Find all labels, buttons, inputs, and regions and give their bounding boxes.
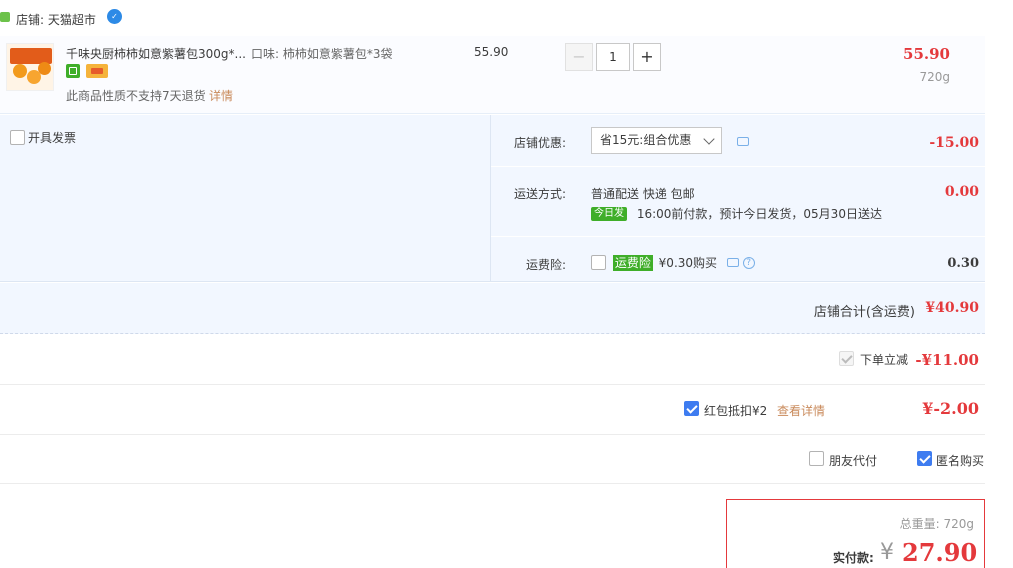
- shipping-eta: 今日发 16:00前付款，预计今日发货，05月30日送达: [591, 205, 882, 222]
- return-policy-detail-link[interactable]: 详情: [209, 87, 233, 104]
- actual-payment-label: 实付款:: [833, 551, 874, 565]
- shipping-insurance-option[interactable]: 运费险 ¥0.30购买 ?: [591, 254, 755, 271]
- anonymous-buy-label: 匿名购买: [936, 454, 985, 468]
- return-policy-note: 此商品性质不支持7天退货: [66, 89, 206, 103]
- shipping-insurance-row: 运费险: 运费险 ¥0.30购买 ? 0.30: [491, 237, 986, 282]
- card-badge-icon: [86, 64, 108, 78]
- shipping-insurance-fee: 0.30: [947, 256, 979, 271]
- instant-discount-value: -¥11.00: [915, 351, 979, 369]
- anonymous-buy-checkbox[interactable]: [917, 451, 932, 466]
- item-line-total: 55.90: [903, 45, 950, 63]
- quantity-stepper: − 1 +: [565, 43, 661, 71]
- red-packet-label: 红包抵扣¥2: [704, 404, 768, 418]
- shipping-label: 运送方式:: [513, 187, 566, 201]
- store-name[interactable]: 店铺: 天猫超市: [16, 11, 96, 28]
- today-ship-badge: 今日发: [591, 206, 627, 221]
- service-badge-icon: [66, 64, 80, 78]
- shipping-insurance-checkbox[interactable]: [591, 255, 606, 270]
- currency-symbol: ¥: [880, 540, 894, 565]
- wangwang-chat-icon[interactable]: ✓: [107, 9, 122, 24]
- friend-pay-label: 朋友代付: [829, 454, 878, 468]
- help-icon[interactable]: ?: [742, 256, 755, 269]
- tmall-store-icon: [0, 12, 10, 22]
- shipping-note: 16:00前付款，预计今日发货，05月30日送达: [636, 207, 882, 221]
- item-weight: 720g: [919, 70, 950, 84]
- message-icon[interactable]: [737, 137, 749, 146]
- store-total-label: 店铺合计(含运费): [813, 305, 915, 320]
- invoice-option[interactable]: 开具发票: [10, 129, 76, 146]
- item-flavor: 口味: 柿柿如意紫薯包*3袋: [251, 47, 393, 61]
- store-coupon-discount: -15.00: [929, 135, 979, 151]
- chevron-down-icon: [703, 133, 715, 145]
- shipping-insurance-price: ¥0.30购买: [658, 256, 718, 270]
- quantity-plus-button[interactable]: +: [633, 43, 661, 71]
- store-header: 店铺: 天猫超市 ✓: [0, 0, 1013, 36]
- order-item-row: 千味央厨柿柿如意紫薯包300g*... 口味: 柿柿如意紫薯包*3袋 此商品性质…: [0, 36, 985, 114]
- shipping-insurance-badge: 运费险: [612, 254, 653, 271]
- shipping-method: 普通配送 快递 包邮: [591, 187, 695, 201]
- store-coupon-select[interactable]: 省15元:组合优惠: [591, 127, 722, 154]
- red-packet-detail-link[interactable]: 查看详情: [777, 402, 825, 419]
- friend-pay-checkbox[interactable]: [809, 451, 824, 466]
- instant-discount-row: 下单立减 -¥11.00: [0, 335, 985, 385]
- invoice-checkbox[interactable]: [10, 130, 25, 145]
- store-coupon-value: 省15元:组合优惠: [600, 133, 692, 147]
- invoice-label: 开具发票: [28, 131, 77, 145]
- payment-options-row: 朋友代付 匿名购买: [0, 435, 985, 484]
- payment-summary-box: 总重量: 720g 实付款: ¥ 27.90: [726, 499, 985, 568]
- shipping-row: 运送方式: 普通配送 快递 包邮 今日发 16:00前付款，预计今日发货，05月…: [491, 167, 986, 237]
- order-options-panel: 店铺优惠: 省15元:组合优惠 -15.00 运送方式: 普通配送 快递 包邮 …: [490, 115, 986, 282]
- store-coupon-row: 店铺优惠: 省15元:组合优惠 -15.00: [491, 115, 986, 167]
- shipping-insurance-label: 运费险:: [525, 258, 566, 272]
- red-packet-row: 红包抵扣¥2 查看详情 ¥-2.00: [0, 385, 985, 435]
- order-options-block: 开具发票 店铺优惠: 省15元:组合优惠 -15.00 运送方式: 普通配送 快…: [0, 115, 986, 282]
- instant-discount-checkbox: [839, 351, 854, 366]
- product-thumbnail[interactable]: [6, 43, 54, 91]
- quantity-minus-button[interactable]: −: [565, 43, 593, 71]
- unit-price: 55.90: [474, 45, 509, 59]
- message-icon[interactable]: [726, 258, 739, 267]
- instant-discount-label: 下单立减: [860, 353, 909, 367]
- shipping-fee: 0.00: [944, 184, 979, 200]
- red-packet-value: ¥-2.00: [922, 399, 979, 418]
- item-title[interactable]: 千味央厨柿柿如意紫薯包300g*...: [66, 45, 246, 62]
- store-coupon-label: 店铺优惠:: [513, 136, 566, 150]
- red-packet-checkbox[interactable]: [684, 401, 699, 416]
- store-total-row: 店铺合计(含运费) ¥40.90: [0, 283, 985, 334]
- actual-payment-amount: 27.90: [902, 538, 978, 567]
- total-weight: 总重量: 720g: [899, 517, 974, 531]
- store-total-value: ¥40.90: [925, 300, 979, 316]
- quantity-input[interactable]: 1: [596, 43, 630, 71]
